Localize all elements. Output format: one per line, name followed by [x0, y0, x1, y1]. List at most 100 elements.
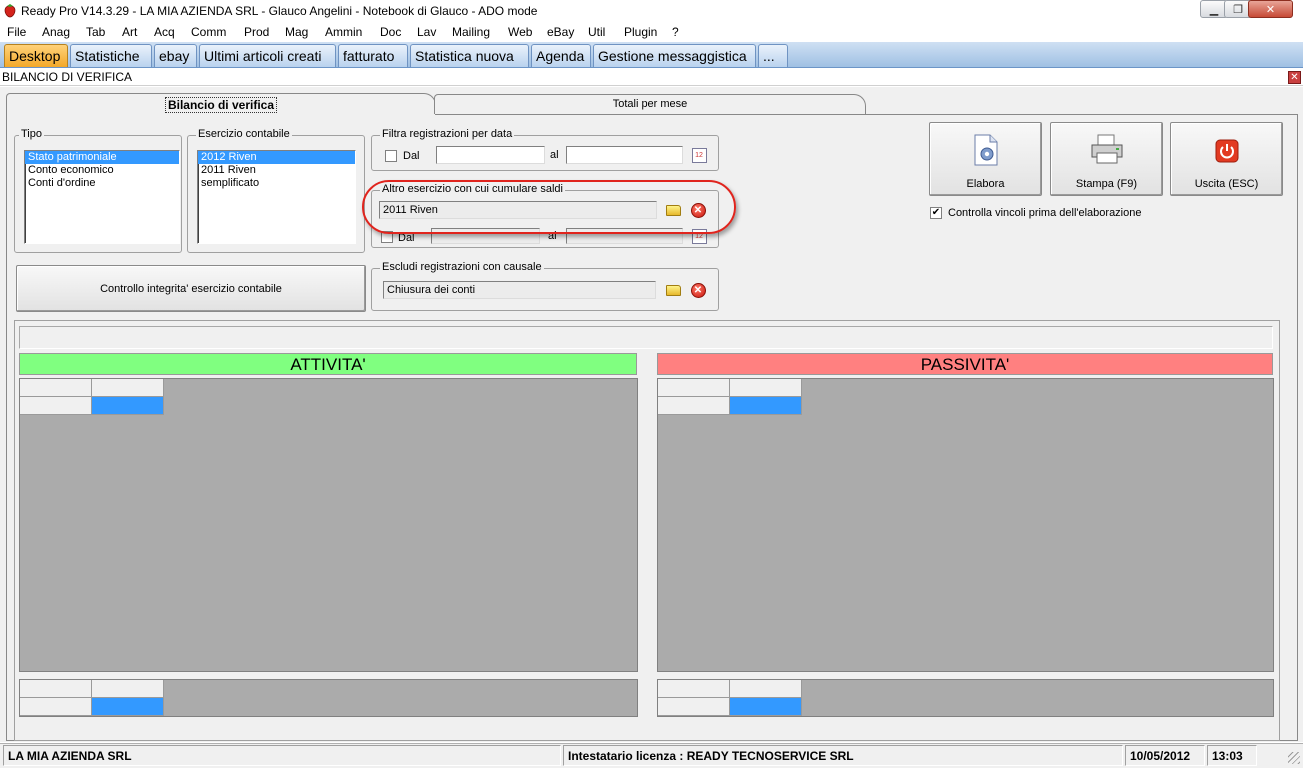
grid-header-cell: [658, 680, 730, 698]
grid-header-cell: [20, 680, 92, 698]
tipo-item-conti-ordine[interactable]: Conti d'ordine: [25, 177, 179, 190]
tab-gestione-messaggistica[interactable]: Gestione messaggistica: [593, 44, 756, 67]
esercizio-item-2011[interactable]: 2011 Riven: [198, 164, 355, 177]
tab-bilancio-di-verifica[interactable]: Bilancio di verifica: [6, 93, 436, 115]
folder-icon: [665, 284, 681, 296]
tipo-item-stato-patrimoniale[interactable]: Stato patrimoniale: [25, 151, 179, 164]
altro-esercizio-browse-button[interactable]: [663, 200, 683, 220]
tab-statistiche[interactable]: Statistiche: [70, 44, 152, 67]
controlla-vincoli-checkbox[interactable]: ✔: [930, 207, 942, 219]
menu-plugin[interactable]: Plugin: [624, 25, 657, 39]
tab-totali-per-mese[interactable]: Totali per mese: [434, 94, 866, 114]
elabora-label: Elabora: [966, 178, 1005, 190]
controllo-integrita-button[interactable]: Controllo integrita' esercizio contabile: [16, 265, 366, 312]
grid-selected-cell[interactable]: [730, 698, 802, 716]
controlla-vincoli-label: Controlla vincoli prima dell'elaborazion…: [948, 207, 1142, 219]
menu-tab[interactable]: Tab: [86, 25, 105, 39]
grid-selected-cell[interactable]: [92, 397, 164, 415]
grid-header-cell: [658, 379, 730, 397]
tab-fatturato[interactable]: fatturato: [338, 44, 408, 67]
escludi-clear-button[interactable]: ✕: [688, 280, 708, 300]
altro-dal-checkbox[interactable]: [381, 231, 393, 243]
close-icon: ✕: [1265, 3, 1276, 16]
app-tab-strip: Desktop Statistiche ebay Ultimi articoli…: [0, 42, 1303, 68]
status-company: LA MIA AZIENDA SRL: [3, 745, 561, 766]
resize-grip[interactable]: [1288, 752, 1300, 764]
menu-prod[interactable]: Prod: [244, 25, 269, 39]
close-window-button[interactable]: ✕: [1248, 0, 1293, 18]
form-close-button[interactable]: ✕: [1288, 71, 1301, 84]
menu-doc[interactable]: Doc: [380, 25, 401, 39]
menu-lav[interactable]: Lav: [417, 25, 436, 39]
power-icon: [1215, 139, 1239, 163]
filtra-dal-checkbox[interactable]: [385, 150, 397, 162]
filtra-label: Filtra registrazioni per data: [380, 128, 515, 140]
menu-util[interactable]: Util: [588, 25, 605, 39]
tab-agenda[interactable]: Agenda: [531, 44, 591, 67]
menu-web[interactable]: Web: [508, 25, 532, 39]
tipo-listbox[interactable]: Stato patrimoniale Conto economico Conti…: [24, 150, 180, 244]
altro-calendar-button[interactable]: 12: [689, 226, 709, 246]
menu-mailing[interactable]: Mailing: [452, 25, 490, 39]
calendar-icon: 12: [691, 228, 707, 244]
form-header: [0, 69, 1303, 86]
altro-dal-label: Dal: [398, 232, 415, 244]
altro-al-field[interactable]: [566, 228, 683, 244]
menu-acq[interactable]: Acq: [154, 25, 175, 39]
menu-ammin[interactable]: Ammin: [325, 25, 362, 39]
filtra-al-field[interactable]: [566, 146, 683, 164]
altro-esercizio-clear-button[interactable]: ✕: [688, 200, 708, 220]
tab-ebay[interactable]: ebay: [154, 44, 197, 67]
grid-row-header-cell: [20, 397, 92, 415]
tipo-item-conto-economico[interactable]: Conto economico: [25, 164, 179, 177]
clear-icon: ✕: [690, 282, 706, 298]
passivita-header: PASSIVITA': [657, 353, 1273, 375]
menu-ebay[interactable]: eBay: [547, 25, 574, 39]
attivita-grid[interactable]: [19, 378, 638, 672]
tab-totali-label: Totali per mese: [612, 98, 688, 110]
grid-row-header-cell: [20, 698, 92, 716]
menu-bar: File Anag Tab Art Acq Comm Prod Mag Ammi…: [0, 22, 1303, 42]
grid-selected-cell[interactable]: [730, 397, 802, 415]
tab-ultimi-articoli[interactable]: Ultimi articoli creati: [199, 44, 336, 67]
escludi-label: Escludi registrazioni con causale: [380, 261, 544, 273]
esercizio-label: Esercizio contabile: [196, 128, 292, 140]
printer-icon: [1091, 134, 1123, 164]
grid-selected-cell[interactable]: [92, 698, 164, 716]
filtra-calendar-button[interactable]: 12: [689, 145, 709, 165]
strawberry-app-icon: [4, 4, 16, 18]
passivita-totals-grid[interactable]: [657, 679, 1274, 717]
grid-header-cell: [730, 680, 802, 698]
process-gear-icon: [974, 134, 998, 166]
uscita-label: Uscita (ESC): [1194, 178, 1259, 190]
passivita-grid[interactable]: [657, 378, 1274, 672]
altro-esercizio-field[interactable]: 2011 Riven: [379, 201, 657, 219]
menu-art[interactable]: Art: [122, 25, 137, 39]
filtra-dal-label: Dal: [403, 150, 420, 162]
tab-more[interactable]: ...: [758, 44, 788, 67]
menu-file[interactable]: File: [7, 25, 26, 39]
esercizio-item-semplificato[interactable]: semplificato: [198, 177, 355, 190]
esercizio-listbox[interactable]: 2012 Riven 2011 Riven semplificato: [197, 150, 356, 244]
tab-statistica-nuova[interactable]: Statistica nuova: [410, 44, 529, 67]
uscita-button[interactable]: Uscita (ESC): [1170, 122, 1283, 196]
filtra-dal-field[interactable]: [436, 146, 545, 164]
esercizio-item-2012[interactable]: 2012 Riven: [198, 151, 355, 164]
stampa-button[interactable]: Stampa (F9): [1050, 122, 1163, 196]
menu-comm[interactable]: Comm: [191, 25, 226, 39]
window-title: Ready Pro V14.3.29 - LA MIA AZIENDA SRL …: [21, 4, 538, 18]
progress-bar: [19, 326, 1273, 349]
escludi-browse-button[interactable]: [663, 280, 683, 300]
menu-anag[interactable]: Anag: [42, 25, 70, 39]
controllo-integrita-label: Controllo integrita' esercizio contabile: [100, 283, 282, 295]
tipo-label: Tipo: [19, 128, 44, 140]
attivita-totals-grid[interactable]: [19, 679, 638, 717]
altro-dal-field[interactable]: [431, 228, 540, 244]
elabora-button[interactable]: Elabora: [929, 122, 1042, 196]
filtra-al-label: al: [550, 149, 559, 161]
menu-mag[interactable]: Mag: [285, 25, 308, 39]
form-title: BILANCIO DI VERIFICA: [2, 70, 133, 84]
escludi-field[interactable]: Chiusura dei conti: [383, 281, 656, 299]
menu-help[interactable]: ?: [672, 25, 679, 39]
tab-desktop[interactable]: Desktop: [4, 44, 68, 67]
